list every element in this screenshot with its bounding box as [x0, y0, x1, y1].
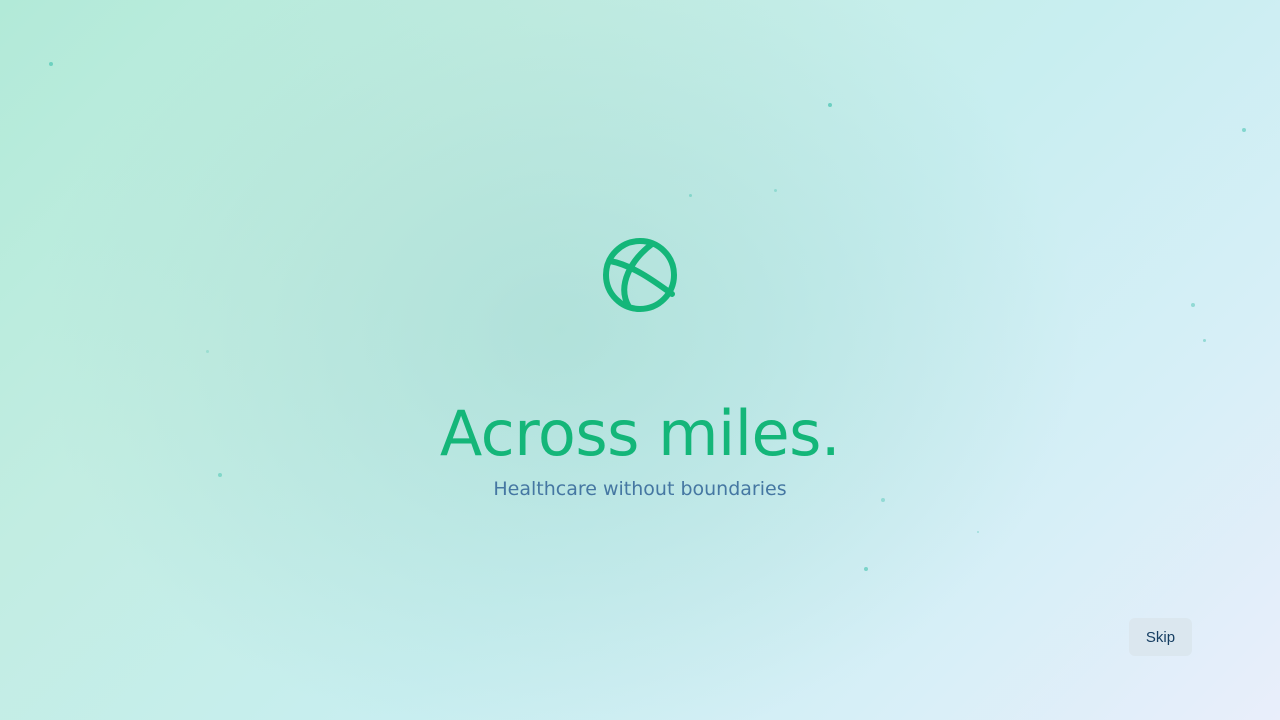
splash-screen: Across miles. Healthcare without boundar…: [0, 0, 1280, 720]
particle: [689, 194, 692, 197]
headline: Across miles.: [439, 397, 841, 470]
particle: [49, 62, 53, 66]
particle: [206, 350, 209, 353]
particle: [828, 103, 832, 107]
particle: [1191, 303, 1195, 307]
particle: [774, 189, 777, 192]
particle: [864, 567, 868, 571]
subtitle: Healthcare without boundaries: [493, 478, 787, 500]
particle: [977, 531, 979, 533]
particle: [1203, 339, 1206, 342]
particle: [1242, 128, 1246, 132]
skip-button[interactable]: Skip: [1129, 618, 1192, 656]
globe-icon: [603, 238, 677, 312]
